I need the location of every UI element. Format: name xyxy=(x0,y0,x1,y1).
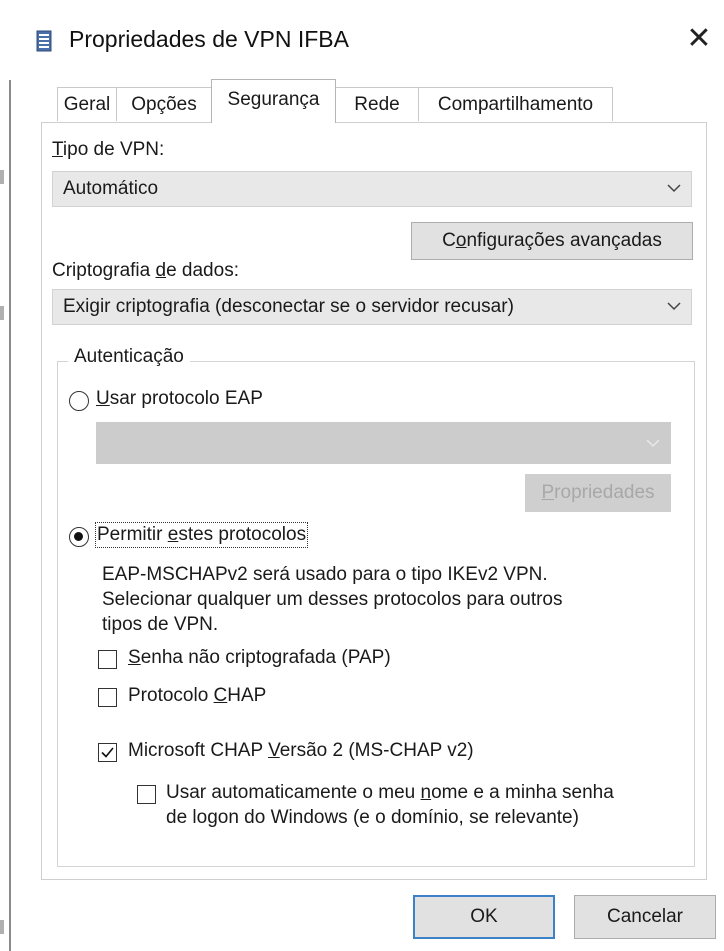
authentication-group-title: Autenticação xyxy=(68,346,190,368)
title-bar: Propriedades de VPN IFBA ✕ xyxy=(0,0,724,80)
checkmark-icon xyxy=(101,747,114,758)
vpn-type-value: Automático xyxy=(63,178,159,199)
chap-label[interactable]: Protocolo CHAP xyxy=(128,685,266,707)
eap-method-dropdown[interactable] xyxy=(96,422,671,464)
tab-label: Opções xyxy=(131,94,197,115)
document-icon xyxy=(36,30,52,52)
info-text-line: tipos de VPN. xyxy=(102,614,219,635)
window-title: Propriedades de VPN IFBA xyxy=(69,26,349,52)
edge-mark xyxy=(0,920,4,934)
tab-label: Geral xyxy=(63,94,111,115)
chevron-down-icon xyxy=(667,302,681,311)
auto-logon-label-line2[interactable]: de logon do Windows (e o domínio, se rel… xyxy=(166,807,579,829)
info-text-line: EAP-MSCHAPv2 será usado para o tipo IKEv… xyxy=(102,564,548,585)
vpn-type-label: Tipo de VPN: xyxy=(52,139,165,160)
vpn-type-dropdown[interactable]: Automático xyxy=(52,171,692,207)
ok-button[interactable]: OK xyxy=(413,895,555,939)
tab-label: Rede xyxy=(354,94,400,115)
tab-seguranca[interactable]: Segurança xyxy=(211,79,336,123)
pap-label[interactable]: Senha não criptografada (PAP) xyxy=(128,647,391,669)
chevron-down-icon xyxy=(646,439,660,448)
eap-properties-button[interactable]: Propriedades xyxy=(525,474,671,512)
encryption-value: Exigir criptografia (desconectar se o se… xyxy=(63,296,514,317)
tab-opcoes[interactable]: Opções xyxy=(116,87,212,121)
tab-rede[interactable]: Rede xyxy=(335,87,419,121)
auto-logon-checkbox[interactable] xyxy=(137,785,156,804)
background-window-edge xyxy=(9,0,11,951)
encryption-label: Criptografia de dados: xyxy=(52,260,239,281)
mschap-v2-checkbox[interactable] xyxy=(98,743,117,762)
use-eap-label[interactable]: Usar protocolo EAP xyxy=(96,388,263,410)
chap-checkbox[interactable] xyxy=(98,688,117,707)
encryption-dropdown[interactable]: Exigir criptografia (desconectar se o se… xyxy=(52,289,692,325)
auto-logon-label[interactable]: Usar automaticamente o meu nome e a minh… xyxy=(166,782,614,804)
tab-geral[interactable]: Geral xyxy=(57,87,117,121)
allow-protocols-radio[interactable] xyxy=(69,527,89,547)
edge-mark xyxy=(0,306,4,320)
mschap-v2-label[interactable]: Microsoft CHAP Versão 2 (MS-CHAP v2) xyxy=(128,740,474,762)
close-icon[interactable]: ✕ xyxy=(680,20,718,58)
pap-checkbox[interactable] xyxy=(98,650,117,669)
tab-label: Segurança xyxy=(227,89,320,110)
allow-protocols-label[interactable]: Permitir estes protocolos xyxy=(94,522,309,548)
tab-compartilhamento[interactable]: Compartilhamento xyxy=(418,87,613,121)
use-eap-radio[interactable] xyxy=(69,391,89,411)
info-text-line: Selecionar qualquer um desses protocolos… xyxy=(102,589,563,610)
edge-mark xyxy=(0,170,4,184)
advanced-settings-button[interactable]: Configurações avançadas xyxy=(411,222,693,260)
chevron-down-icon xyxy=(667,184,681,193)
cancel-button[interactable]: Cancelar xyxy=(574,895,716,939)
tab-label: Compartilhamento xyxy=(437,94,594,115)
